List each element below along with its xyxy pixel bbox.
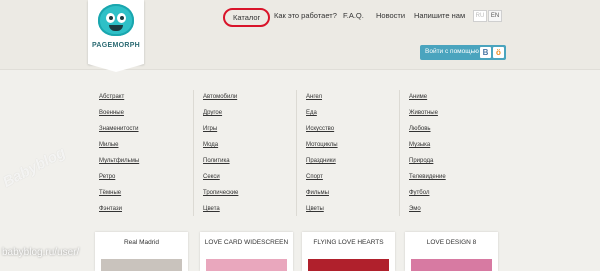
template-card[interactable]: Real Madrid [95,232,188,271]
category-link[interactable]: Тропические [203,190,238,196]
nav-contact-link[interactable]: Напишите нам [414,11,465,20]
category-link[interactable]: Музыка [409,142,430,148]
category-link[interactable]: Ангел [306,94,322,100]
watermark-logo: Babyblog [0,143,69,192]
category-column: Абстракт Военные Знаменитости Милые Муль… [90,90,193,216]
lang-ru-button[interactable]: RU [473,10,487,22]
category-link[interactable]: Военные [99,110,124,116]
category-column: Ангел Еда Искусство Мотоциклы Праздники … [296,90,399,216]
catalog-categories: Абстракт Военные Знаменитости Милые Муль… [90,90,504,218]
category-link[interactable]: Эмо [409,206,421,212]
lang-en-button[interactable]: EN [488,10,502,22]
vk-login-icon[interactable]: В [480,47,491,58]
eye-icon [117,13,126,23]
logo-badge[interactable]: PAGEMORPH [88,0,144,72]
category-link[interactable]: Милые [99,142,119,148]
category-link[interactable]: Мода [203,142,218,148]
category-link[interactable]: Другое [203,110,222,116]
template-cards: Real Madrid LOVE CARD WIDESCREEN FLYING … [0,232,600,271]
template-card[interactable]: LOVE DESIGN 8 [405,232,498,271]
card-title: FLYING LOVE HEARTS [313,239,384,246]
card-thumbnail[interactable] [411,259,492,271]
nav-faq-link[interactable]: F.A.Q. [343,11,364,20]
category-link[interactable]: Знаменитости [99,126,139,132]
template-card[interactable]: FLYING LOVE HEARTS [302,232,395,271]
nav-news-link[interactable]: Новости [376,11,405,20]
category-link[interactable]: Цвета [203,206,220,212]
nav-catalog-link[interactable]: Каталог [223,8,271,27]
category-link[interactable]: Абстракт [99,94,124,100]
category-link[interactable]: Животные [409,110,438,116]
category-column: Аниме Животные Любовь Музыка Природа Тел… [399,90,502,216]
card-title: LOVE CARD WIDESCREEN [204,239,289,246]
nav-how-it-works-link[interactable]: Как это работает? [274,11,337,20]
card-title: LOVE DESIGN 8 [426,239,477,246]
category-link[interactable]: Футбол [409,190,429,196]
template-card[interactable]: LOVE CARD WIDESCREEN [200,232,293,271]
logo-text: PAGEMORPH [91,42,141,49]
category-link[interactable]: Политика [203,158,230,164]
category-link[interactable]: Еда [306,110,317,116]
category-link[interactable]: Автомобили [203,94,237,100]
category-link[interactable]: Тёмные [99,190,121,196]
category-link[interactable]: Секси [203,174,220,180]
category-link[interactable]: Спорт [306,174,323,180]
card-thumbnail[interactable] [308,259,389,271]
category-link[interactable]: Цветы [306,206,324,212]
monster-logo-icon [98,4,134,36]
category-link[interactable]: Ретро [99,174,115,180]
odnoklassniki-login-icon[interactable]: ö [493,47,504,58]
card-title: Real Madrid [123,239,160,246]
category-link[interactable]: Фильмы [306,190,329,196]
card-thumbnail[interactable] [101,259,182,271]
mouth-icon [109,25,123,31]
card-thumbnail[interactable] [206,259,287,271]
category-link[interactable]: Мотоциклы [306,142,338,148]
header: PAGEMORPH Каталог Как это работает? F.A.… [0,0,600,72]
login-label: Войти с помощью [425,48,479,55]
category-link[interactable]: Любовь [409,126,431,132]
category-link[interactable]: Аниме [409,94,427,100]
category-link[interactable]: Природа [409,158,433,164]
watermark-url: babyblog.ru/user/ [2,247,80,258]
eye-icon [106,13,115,23]
category-link[interactable]: Искусство [306,126,334,132]
category-link[interactable]: Телевидение [409,174,446,180]
category-link[interactable]: Игры [203,126,217,132]
category-link[interactable]: Праздники [306,158,336,164]
category-link[interactable]: Фэнтази [99,206,122,212]
category-link[interactable]: Мультфильмы [99,158,139,164]
category-column: Автомобили Другое Игры Мода Политика Сек… [193,90,296,216]
